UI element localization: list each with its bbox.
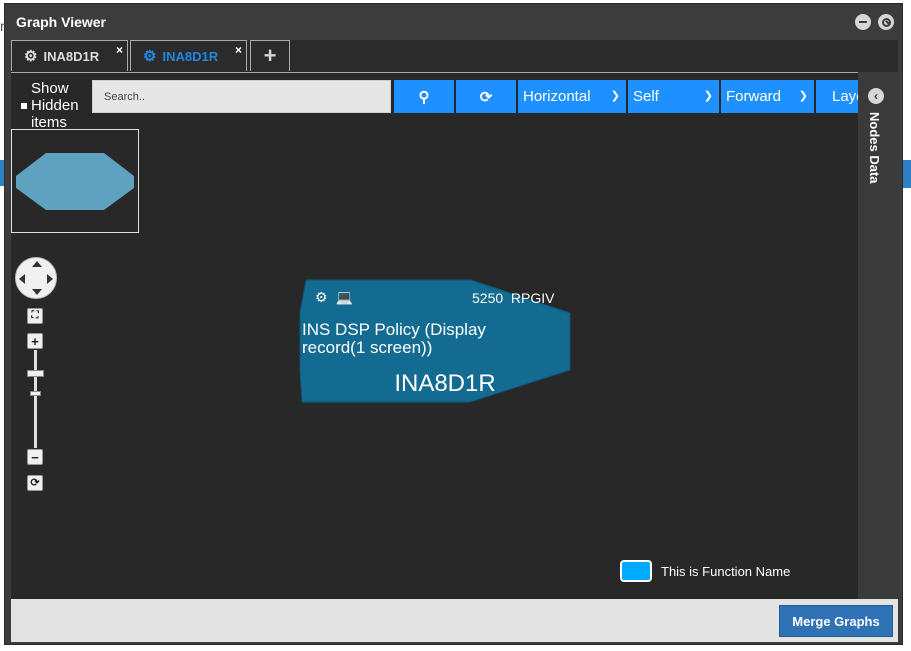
node-icons: ⚙ 💻	[315, 289, 353, 306]
legend-label: This is Function Name	[661, 564, 791, 579]
layout-value: Layout	[832, 88, 858, 105]
graph-canvas[interactable]: Show Hidden items ⚲ ⟳ Horizontal ❯ Self …	[11, 72, 858, 599]
chevron-down-icon: ❯	[703, 90, 713, 102]
nodes-data-label: Nodes Data	[867, 112, 882, 184]
fit-view-button[interactable]: ⛶	[27, 308, 43, 324]
scope-value: Self	[633, 88, 659, 105]
add-tab-button[interactable]: +	[250, 40, 290, 71]
monitor-icon: 💻	[335, 289, 353, 305]
minimap[interactable]	[11, 129, 139, 233]
tab-ina8d1r-2[interactable]: ⚙ INA8D1R ×	[130, 40, 247, 71]
nodes-data-panel[interactable]: ‹ Nodes Data	[858, 72, 898, 599]
pan-control[interactable]	[15, 257, 57, 299]
zoom-out-button[interactable]: −	[27, 449, 43, 465]
zoom-slider-track[interactable]	[34, 350, 37, 448]
arrow-up-icon[interactable]	[32, 261, 42, 267]
refresh-icon: ⟳	[479, 88, 493, 106]
node-description: INS DSP Policy (Display record(1 screen)…	[302, 320, 486, 357]
search-input[interactable]	[92, 80, 391, 113]
checkbox-icon[interactable]	[21, 103, 27, 109]
flow-value: Forward	[726, 88, 782, 105]
arrow-right-icon[interactable]	[47, 274, 53, 284]
tab-ina8d1r-1[interactable]: ⚙ INA8D1R ×	[11, 40, 128, 71]
merge-graphs-button[interactable]: Merge Graphs	[779, 605, 893, 637]
arrow-left-icon[interactable]	[19, 274, 25, 284]
tab-bar: ⚙ INA8D1R × ⚙ INA8D1R × +	[11, 40, 898, 74]
node-name: INA8D1R	[394, 370, 496, 397]
show-hidden-toggle[interactable]: Show Hidden items	[21, 80, 95, 131]
footer-bar: Merge Graphs	[11, 599, 898, 642]
title-bar[interactable]: Graph Viewer	[5, 4, 902, 40]
zoom-in-button[interactable]: +	[27, 333, 43, 349]
minimize-icon	[859, 21, 867, 23]
reset-zoom-button[interactable]: ⟳	[27, 475, 43, 491]
layout-select[interactable]: Layout	[816, 80, 858, 113]
direction-value: Horizontal	[523, 88, 591, 105]
window-title: Graph Viewer	[16, 14, 107, 30]
gear-icon: ⚙	[24, 48, 38, 65]
scope-select[interactable]: Self ❯	[628, 80, 719, 113]
search-button[interactable]: ⚲	[394, 80, 454, 113]
refresh-button[interactable]: ⟳	[456, 80, 516, 113]
arrow-down-icon[interactable]	[32, 289, 42, 295]
direction-select[interactable]: Horizontal ❯	[518, 80, 626, 113]
tab-close-icon[interactable]: ×	[235, 43, 242, 57]
chevron-down-icon: ❯	[610, 90, 620, 102]
zoom-slider-thumb[interactable]	[30, 391, 41, 396]
flow-select[interactable]: Forward ❯	[721, 80, 814, 113]
chevron-left-icon[interactable]: ‹	[868, 88, 884, 104]
tab-label: INA8D1R	[43, 48, 100, 64]
legend-swatch	[620, 560, 652, 582]
search-icon: ⚲	[418, 88, 430, 106]
tab-close-icon[interactable]: ×	[116, 43, 123, 57]
show-hidden-label: Show Hidden items	[31, 80, 79, 131]
background-app-bar	[902, 160, 911, 188]
graph-viewer-window: Graph Viewer ⚙ INA8D1R × ⚙ INA8D1R × + S…	[4, 3, 903, 645]
tab-label: INA8D1R	[162, 48, 219, 64]
close-icon	[881, 17, 891, 27]
gear-icon: ⚙	[315, 289, 328, 305]
chevron-down-icon: ❯	[798, 90, 808, 102]
node-code: 5250 RPGIV	[472, 290, 555, 306]
minimize-button[interactable]	[855, 14, 871, 30]
gear-icon: ⚙	[143, 48, 157, 65]
close-window-button[interactable]	[878, 14, 894, 30]
zoom-slider-handle[interactable]	[27, 370, 44, 377]
